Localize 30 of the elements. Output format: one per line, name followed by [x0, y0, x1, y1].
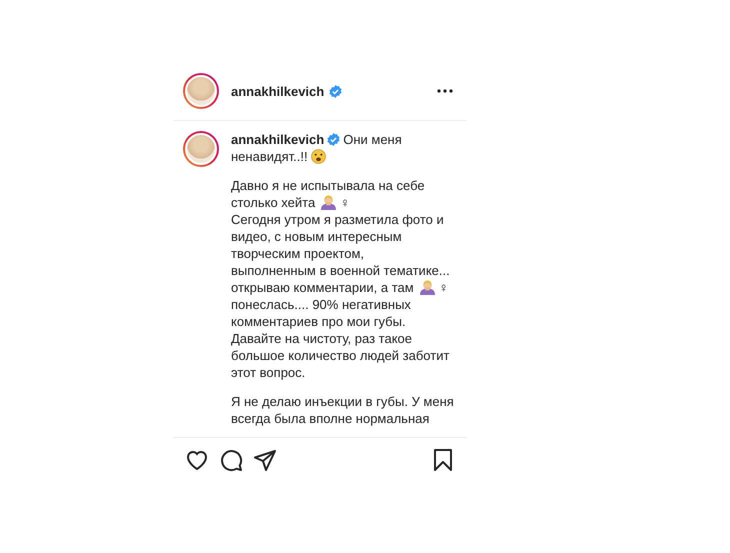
- caption-text: Давайте на чистоту, раз такое: [231, 330, 412, 347]
- caption-text: всегда была вполне нормальная: [231, 410, 430, 427]
- username-link[interactable]: annakhilkevich: [231, 131, 324, 148]
- caption-text: открываю комментарии, а там: [231, 279, 414, 296]
- more-icon: [437, 89, 453, 93]
- caption-text: выполненным в военной тематике...: [231, 262, 450, 279]
- bookmark-button[interactable]: [431, 448, 455, 472]
- person-facepalm-icon: [418, 280, 436, 295]
- caption-text: Давно я не испытывала на себе: [231, 177, 425, 194]
- caption-text: Сегодня утром я разметила фото и: [231, 211, 444, 228]
- avatar[interactable]: [183, 73, 219, 109]
- caption-text: понеслась.... 90% негативных: [231, 296, 411, 313]
- comment-button[interactable]: [219, 448, 243, 472]
- caption-text: столько хейта: [231, 194, 316, 211]
- caption-text: творческим проектом,: [231, 245, 364, 262]
- caption-text: видео, с новым интересным: [231, 228, 402, 245]
- like-button[interactable]: [185, 448, 209, 472]
- caption-text: Я не делаю инъекции в губы. У меня: [231, 393, 454, 410]
- caption-text: этот вопрос.: [231, 364, 306, 381]
- caption-text: большое количество людей заботит: [231, 347, 450, 364]
- crying-face-icon: [310, 149, 326, 164]
- person-facepalm-icon: [320, 195, 338, 210]
- username-link[interactable]: annakhilkevich: [231, 84, 324, 98]
- avatar[interactable]: [183, 131, 219, 167]
- share-button[interactable]: [253, 448, 277, 472]
- caption-text: ♀: [438, 279, 448, 296]
- caption-text: Они меня: [343, 131, 402, 148]
- caption-text: ♀: [340, 194, 350, 211]
- caption-text: комментариев про мои губы.: [231, 313, 406, 330]
- caption-text: ненавидят..!!: [231, 148, 308, 165]
